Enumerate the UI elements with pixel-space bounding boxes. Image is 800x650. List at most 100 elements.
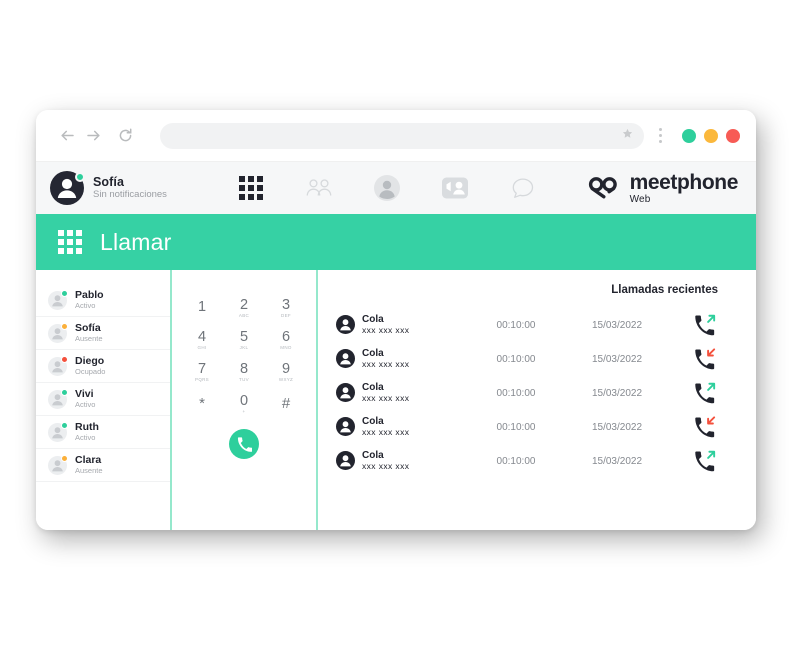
caller-number: xxx xxx xxx (362, 427, 410, 438)
avatar (48, 355, 68, 376)
caller-number: xxx xxx xxx (362, 359, 410, 370)
window-maximize-button[interactable] (704, 128, 718, 143)
dialpad-key-6[interactable]: 6 MNO (265, 324, 307, 356)
dialpad-key-7[interactable]: 7 PQRS (181, 356, 223, 388)
address-bar[interactable] (160, 122, 644, 149)
contact-status: Ocupado (75, 367, 106, 377)
key-digit: 6 (281, 328, 291, 345)
call-log-row[interactable]: Cola xxx xxx xxx 00:10:00 15/03/2022 (336, 444, 740, 478)
key-digit: 1 (197, 298, 207, 315)
dialpad-key-hash[interactable]: # (265, 388, 307, 420)
incoming-call-icon[interactable] (670, 348, 740, 370)
banner-dialpad-grid-icon (58, 230, 82, 254)
key-digit: 8 (239, 360, 249, 377)
call-log-row[interactable]: Cola xxx xxx xxx 00:10:00 15/03/2022 (336, 308, 740, 342)
key-letters: WXYZ (278, 377, 294, 382)
nav-chat-bubble-icon[interactable] (508, 173, 538, 203)
dialpad-key-4[interactable]: 4 GHI (181, 324, 223, 356)
forward-arrow-icon[interactable] (80, 123, 106, 149)
section-banner: Llamar (36, 214, 756, 270)
avatar (48, 388, 68, 409)
avatar (336, 349, 355, 369)
status-dot (61, 355, 68, 363)
dialpad-key-9[interactable]: 9 WXYZ (265, 356, 307, 388)
call-date: 15/03/2022 (591, 353, 643, 365)
dialpad-key-1[interactable]: 1 (181, 292, 223, 324)
call-log-row[interactable]: Cola xxx xxx xxx 00:10:00 15/03/2022 (336, 342, 740, 376)
call-log-row[interactable]: Cola xxx xxx xxx 00:10:00 15/03/2022 (336, 376, 740, 410)
user-name: Sofía (93, 174, 125, 189)
status-dot (61, 454, 68, 462)
app-body: Pablo Activo Sofía Ausente Diego Ocupado… (36, 270, 756, 530)
contact-list-item[interactable]: Clara Ausente (36, 449, 170, 482)
avatar (336, 417, 355, 437)
contact-name: Clara (75, 453, 102, 466)
brand-subtitle: Web (629, 193, 651, 205)
avatar (336, 451, 355, 471)
contact-list-item[interactable]: Pablo Activo (36, 284, 170, 317)
caller-number: xxx xxx xxx (362, 325, 410, 336)
nav-video-call-icon[interactable] (440, 173, 470, 203)
contact-name: Ruth (75, 420, 99, 433)
window-close-button[interactable] (726, 128, 740, 143)
outgoing-call-icon[interactable] (670, 314, 740, 336)
window-minimize-button[interactable] (682, 128, 696, 143)
user-notification-status: Sin notificaciones (93, 189, 167, 201)
contact-name: Vivi (75, 387, 94, 400)
avatar (48, 289, 68, 310)
contact-list-item[interactable]: Ruth Activo (36, 416, 170, 449)
key-letters: TUV (239, 377, 249, 382)
contact-name: Diego (75, 354, 105, 367)
contact-status: Ausente (75, 334, 103, 344)
browser-window: Sofía Sin notificaciones meetphone Web L… (36, 110, 756, 530)
dialpad-key-0[interactable]: 0 + (223, 388, 265, 420)
nav-dialpad-grid-icon[interactable] (236, 173, 266, 203)
outgoing-call-icon[interactable] (670, 450, 740, 472)
key-letters: DEF (281, 313, 291, 318)
caller-name: Cola (362, 347, 384, 359)
dialpad-key-8[interactable]: 8 TUV (223, 356, 265, 388)
contact-list-item[interactable]: Diego Ocupado (36, 350, 170, 383)
call-button[interactable] (229, 429, 259, 459)
status-dot (61, 289, 68, 297)
page-title: Llamar (100, 228, 172, 255)
caller-name: Cola (362, 313, 384, 325)
contacts-sidebar: Pablo Activo Sofía Ausente Diego Ocupado… (36, 270, 172, 530)
call-duration: 00:10:00 (496, 319, 536, 331)
key-digit: 9 (281, 360, 291, 377)
contact-status: Activo (75, 400, 96, 410)
nav-contacts-group-icon[interactable] (304, 173, 334, 203)
contact-list-item[interactable]: Sofía Ausente (36, 317, 170, 350)
call-log-row[interactable]: Cola xxx xxx xxx 00:10:00 15/03/2022 (336, 410, 740, 444)
contact-list-item[interactable]: Vivi Activo (36, 383, 170, 416)
key-letters: ABC (238, 313, 250, 318)
outgoing-call-icon[interactable] (670, 382, 740, 404)
dialpad-key-5[interactable]: 5 JKL (223, 324, 265, 356)
nav-profile-person-icon[interactable] (372, 173, 402, 203)
key-digit: # (281, 394, 291, 412)
dialpad-key-3[interactable]: 3 DEF (265, 292, 307, 324)
key-letters: GHI (197, 345, 207, 350)
caller-number: xxx xxx xxx (362, 393, 410, 404)
call-date: 15/03/2022 (591, 421, 643, 433)
star-icon[interactable] (621, 127, 634, 145)
dialpad-key-star[interactable]: * (181, 388, 223, 420)
status-dot (61, 322, 68, 330)
brand-name: meetphone (629, 170, 739, 194)
dialpad-key-2[interactable]: 2 ABC (223, 292, 265, 324)
status-dot (61, 421, 68, 429)
back-arrow-icon[interactable] (54, 123, 80, 149)
app-header: Sofía Sin notificaciones meetphone Web (36, 162, 756, 214)
current-user[interactable]: Sofía Sin notificaciones (50, 171, 167, 205)
incoming-call-icon[interactable] (670, 416, 740, 438)
status-dot (75, 172, 85, 182)
call-duration: 00:10:00 (496, 387, 536, 399)
browser-menu-icon[interactable] (650, 128, 670, 143)
call-date: 15/03/2022 (591, 455, 643, 467)
caller-name: Cola (362, 449, 384, 461)
reload-icon[interactable] (112, 123, 138, 149)
dialpad-keys: 1 2 ABC 3 DEF 4 GHI 5 JKL 6 MNO 7 PQRS 8 TUV 9W… (181, 292, 307, 420)
status-dot (61, 388, 68, 396)
meetphone-logo-icon (587, 175, 621, 201)
dialpad-panel: 1 2 ABC 3 DEF 4 GHI 5 JKL 6 MNO 7 PQRS 8 TUV 9W… (172, 270, 318, 530)
